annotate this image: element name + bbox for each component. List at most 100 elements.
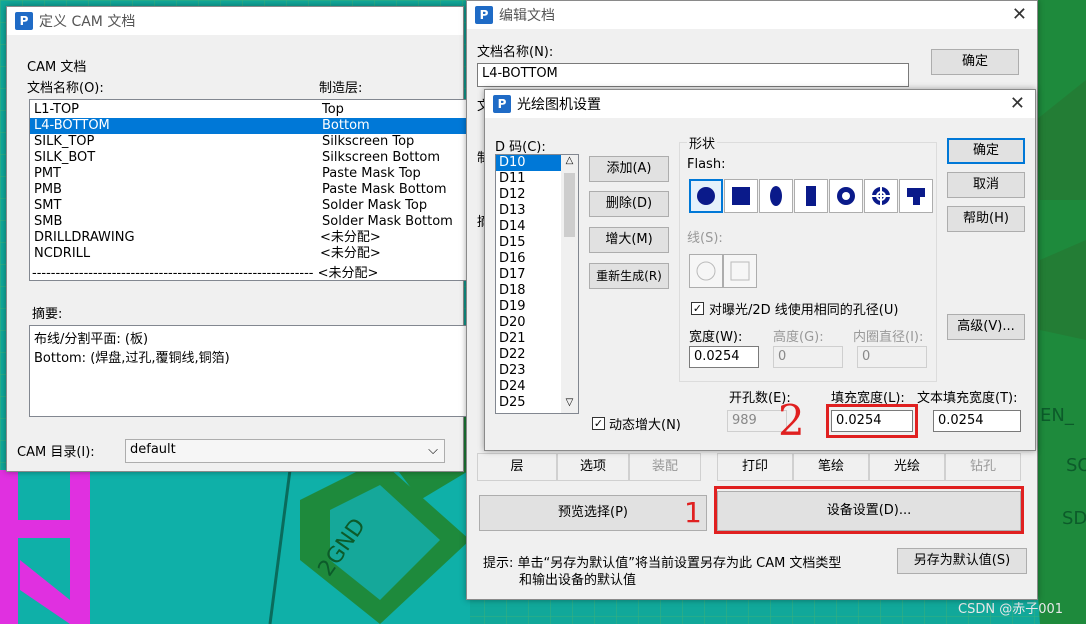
dynamic-increase-label: 动态增大(N) bbox=[609, 418, 681, 433]
list-item[interactable]: DRILLDRAWING <未分配> bbox=[30, 230, 468, 246]
height-input[interactable]: 0 bbox=[773, 346, 843, 368]
tab-bar-left: 层 选项 装配 bbox=[477, 453, 707, 481]
flash-oval-icon[interactable] bbox=[759, 179, 793, 213]
dcode-item[interactable]: D21 bbox=[496, 331, 562, 347]
cam-dir-select[interactable]: default ⌵ bbox=[125, 439, 445, 463]
doc-name-cell: SILK_BOT bbox=[34, 150, 96, 165]
pcb-label-so: SO bbox=[1066, 455, 1086, 476]
inner-diameter-input[interactable]: 0 bbox=[857, 346, 927, 368]
dcode-item[interactable]: D10 bbox=[496, 155, 562, 171]
tab-pen[interactable]: 笔绘 bbox=[793, 453, 869, 481]
same-aperture-label: 对曝光/2D 线使用相同的孔径(U) bbox=[709, 303, 899, 318]
dynamic-increase-checkbox[interactable]: ✓ bbox=[592, 417, 605, 430]
save-default-button[interactable]: 另存为默认值(S) bbox=[897, 548, 1027, 574]
flash-square-icon[interactable] bbox=[724, 179, 758, 213]
cam-dir-value: default bbox=[130, 442, 176, 457]
dcode-item[interactable]: D11 bbox=[496, 171, 562, 187]
tab-assembly[interactable]: 装配 bbox=[629, 453, 701, 481]
annotation-box-fill-width bbox=[826, 404, 918, 438]
summary-box: 布线/分割平面: (板) Bottom: (焊盘,过孔,覆铜线,铜箔) bbox=[29, 325, 469, 417]
cam-window-title: 定义 CAM 文档 bbox=[39, 14, 136, 30]
doc-layer-cell: Paste Mask Bottom bbox=[322, 182, 447, 197]
dcode-item[interactable]: D18 bbox=[496, 283, 562, 299]
app-icon: P bbox=[15, 12, 33, 30]
list-item[interactable]: SILK_BOT Silkscreen Bottom bbox=[30, 150, 468, 166]
flash-odd-shape-icon[interactable] bbox=[899, 179, 933, 213]
list-item[interactable]: PMT Paste Mask Top bbox=[30, 166, 468, 182]
add-button[interactable]: 添加(A) bbox=[589, 156, 669, 182]
edit-title-bar: P 编辑文档 ✕ bbox=[467, 1, 1037, 29]
pcb-label-sd: SD bbox=[1062, 508, 1086, 529]
dcode-item[interactable]: D24 bbox=[496, 379, 562, 395]
tab-drill[interactable]: 钻孔 bbox=[945, 453, 1021, 481]
photo-help-button[interactable]: 帮助(H) bbox=[947, 206, 1025, 232]
dcode-list[interactable]: D10 D11 D12 D13 D14 D15 D16 D17 D18 D19 D20 D21 D22 D… bbox=[495, 154, 579, 414]
scroll-down-icon[interactable]: ▽ bbox=[561, 397, 578, 413]
dcode-item[interactable]: D17 bbox=[496, 267, 562, 283]
regenerate-button[interactable]: 重新生成(R) bbox=[589, 263, 669, 289]
tab-bar-right: 打印 笔绘 光绘 钻孔 bbox=[717, 453, 1023, 481]
list-item[interactable]: L1-TOP Top bbox=[30, 102, 468, 118]
width-label: 宽度(W): bbox=[689, 330, 743, 345]
dcode-item[interactable]: D12 bbox=[496, 187, 562, 203]
list-item[interactable]: SMB Solder Mask Bottom bbox=[30, 214, 468, 230]
dcode-item[interactable]: D15 bbox=[496, 235, 562, 251]
dcode-item[interactable]: D19 bbox=[496, 299, 562, 315]
photo-cancel-button[interactable]: 取消 bbox=[947, 172, 1025, 198]
define-cam-window: P 定义 CAM 文档 CAM 文档 文档名称(O): 制造层: L1-TOP T… bbox=[6, 6, 469, 472]
scroll-thumb[interactable] bbox=[564, 173, 575, 237]
dcode-item[interactable]: D23 bbox=[496, 363, 562, 379]
close-icon[interactable]: ✕ bbox=[1012, 4, 1027, 25]
flash-round-icon[interactable] bbox=[689, 179, 723, 213]
tab-layers[interactable]: 层 bbox=[477, 453, 557, 481]
delete-button[interactable]: 删除(D) bbox=[589, 191, 669, 217]
close-icon[interactable]: ✕ bbox=[1010, 93, 1025, 114]
width-input[interactable]: 0.0254 bbox=[689, 346, 759, 368]
cam-doc-list[interactable]: L1-TOP Top L4-BOTTOM Bottom SILK_TOP Silkscre… bbox=[29, 99, 469, 281]
tab-print[interactable]: 打印 bbox=[717, 453, 793, 481]
doc-name-cell: DRILLDRAWING bbox=[34, 230, 135, 245]
flash-rectangle-icon[interactable] bbox=[794, 179, 828, 213]
photo-dialog-title: 光绘图机设置 bbox=[517, 97, 601, 113]
increase-button[interactable]: 增大(M) bbox=[589, 227, 669, 253]
dcode-item[interactable]: D25 bbox=[496, 395, 562, 411]
dcode-item[interactable]: D13 bbox=[496, 203, 562, 219]
tab-photo[interactable]: 光绘 bbox=[869, 453, 945, 481]
dcode-item[interactable]: D20 bbox=[496, 315, 562, 331]
list-item[interactable]: SMT Solder Mask Top bbox=[30, 198, 468, 214]
edit-ok-button[interactable]: 确定 bbox=[931, 49, 1019, 75]
tab-options[interactable]: 选项 bbox=[557, 453, 629, 481]
doc-name-input[interactable]: L4-BOTTOM bbox=[477, 63, 909, 87]
inner-diameter-label: 内圈直径(I): bbox=[853, 330, 924, 345]
doc-layer-cell: Silkscreen Top bbox=[322, 134, 415, 149]
pcb-label-en: EN_ bbox=[1040, 405, 1074, 426]
dcode-label: D 码(C): bbox=[495, 140, 546, 155]
edit-window-title: 编辑文档 bbox=[499, 8, 555, 24]
doc-name-cell: SMB bbox=[34, 214, 63, 229]
list-item[interactable]: NCDRILL <未分配> bbox=[30, 246, 468, 262]
doc-layer-cell: Bottom bbox=[322, 118, 370, 133]
doc-name-cell: SMT bbox=[34, 198, 62, 213]
dcode-item[interactable]: D16 bbox=[496, 251, 562, 267]
doc-layer-cell: Silkscreen Bottom bbox=[322, 150, 441, 165]
list-item[interactable]: L4-BOTTOM Bottom bbox=[30, 118, 468, 134]
col-doc-name: 文档名称(O): bbox=[27, 81, 104, 96]
line-round-icon[interactable] bbox=[689, 254, 723, 288]
list-item[interactable]: SILK_TOP Silkscreen Top bbox=[30, 134, 468, 150]
text-fill-width-input[interactable]: 0.0254 bbox=[933, 410, 1021, 432]
dcode-item[interactable]: D22 bbox=[496, 347, 562, 363]
dcode-item[interactable]: D14 bbox=[496, 219, 562, 235]
flash-annular-icon[interactable] bbox=[829, 179, 863, 213]
same-aperture-checkbox[interactable]: ✓ bbox=[691, 302, 704, 315]
line-square-icon[interactable] bbox=[723, 254, 757, 288]
photo-ok-button[interactable]: 确定 bbox=[947, 138, 1025, 164]
preview-selection-button[interactable]: 预览选择(P) bbox=[479, 495, 707, 531]
scroll-up-icon[interactable]: △ bbox=[561, 155, 578, 171]
list-item[interactable]: PMB Paste Mask Bottom bbox=[30, 182, 468, 198]
advanced-button[interactable]: 高级(V)... bbox=[947, 314, 1025, 340]
summary-line-2: Bottom: (焊盘,过孔,覆铜线,铜箔) bbox=[34, 351, 230, 366]
dcode-scrollbar[interactable]: △ ▽ bbox=[561, 155, 578, 413]
shape-label: 形状 bbox=[687, 133, 718, 152]
hint-line-2: 和输出设备的默认值 bbox=[519, 573, 637, 588]
flash-thermal-icon[interactable] bbox=[864, 179, 898, 213]
